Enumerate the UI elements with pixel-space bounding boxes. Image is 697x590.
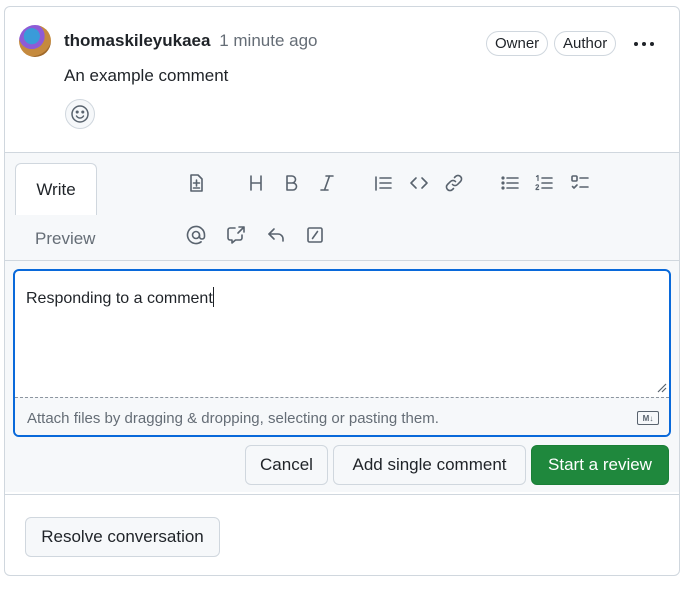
owner-badge: Owner <box>486 31 549 56</box>
unordered-list-icon[interactable] <box>498 171 522 195</box>
code-icon[interactable] <box>407 171 431 195</box>
textarea-value[interactable]: Responding to a comment <box>26 287 214 308</box>
comment-header: thomaskileyukaea 1 minute ago <box>64 31 318 51</box>
resolve-conversation-button[interactable]: Resolve conversation <box>25 517 220 557</box>
attach-files-bar[interactable]: Attach files by dragging & dropping, sel… <box>15 397 669 435</box>
heading-icon[interactable] <box>244 171 268 195</box>
slash-command-icon[interactable] <box>303 223 327 247</box>
smiley-icon <box>71 105 89 123</box>
italic-icon[interactable] <box>315 171 339 195</box>
reply-icon[interactable] <box>264 223 288 247</box>
cross-reference-icon[interactable] <box>224 223 248 247</box>
mention-icon[interactable] <box>184 223 208 247</box>
quote-icon[interactable] <box>371 171 395 195</box>
add-single-comment-button[interactable]: Add single comment <box>333 445 526 485</box>
cancel-button[interactable]: Cancel <box>245 445 328 485</box>
kebab-horizontal-icon[interactable] <box>633 31 655 54</box>
resize-handle-icon[interactable] <box>657 383 667 393</box>
comment-textarea[interactable]: Responding to a comment Attach files by … <box>13 269 671 437</box>
tab-write[interactable]: Write <box>15 163 97 215</box>
markdown-icon[interactable]: M↓ <box>637 411 659 425</box>
review-thread: thomaskileyukaea 1 minute ago Owner Auth… <box>4 6 680 576</box>
author-name[interactable]: thomaskileyukaea <box>64 31 210 50</box>
editor-toolbar: Write Preview <box>5 153 679 261</box>
link-icon[interactable] <box>442 171 466 195</box>
comment-body: An example comment <box>64 66 229 85</box>
avatar[interactable] <box>19 25 51 57</box>
file-diff-icon[interactable] <box>184 171 208 195</box>
author-badge: Author <box>554 31 617 56</box>
bold-icon[interactable] <box>279 171 303 195</box>
ordered-list-icon[interactable] <box>532 171 556 195</box>
comment-timestamp[interactable]: 1 minute ago <box>219 31 317 50</box>
task-list-icon[interactable] <box>568 171 592 195</box>
start-review-button[interactable]: Start a review <box>531 445 669 485</box>
comment-editor: Write Preview Responding to a comment At… <box>5 152 679 492</box>
attach-files-hint: Attach files by dragging & dropping, sel… <box>27 410 439 427</box>
comment-card: thomaskileyukaea 1 minute ago Owner Auth… <box>5 7 679 495</box>
add-reaction-button[interactable] <box>65 99 95 129</box>
tab-preview[interactable]: Preview <box>15 221 115 257</box>
